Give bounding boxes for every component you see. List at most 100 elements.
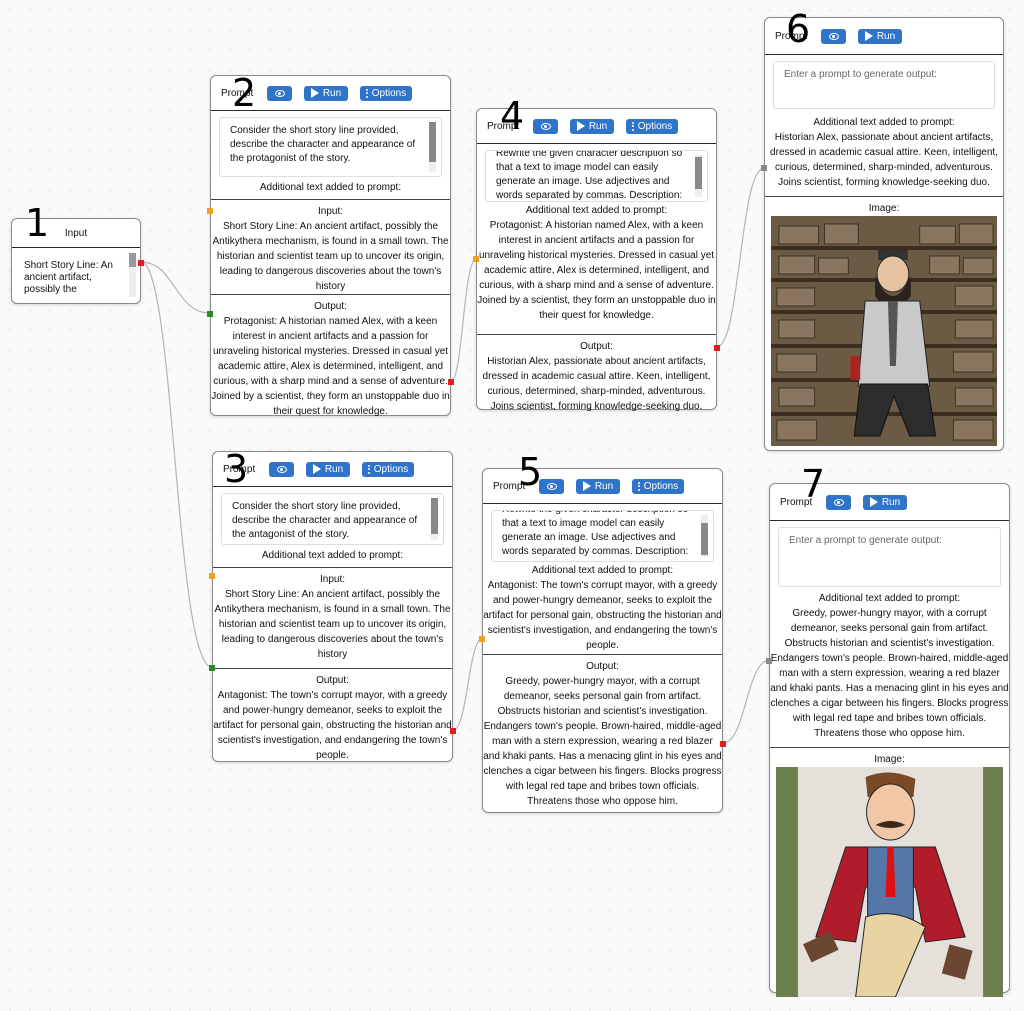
output-port[interactable] (720, 741, 726, 747)
output-port[interactable] (714, 345, 720, 351)
play-icon (582, 481, 591, 491)
image-node-7[interactable]: Prompt Run Enter a prompt to generate ou… (766, 483, 1010, 997)
output-value: Antagonist: The town's corrupt mayor, wi… (213, 690, 452, 761)
input-value: Short Story Line: An ancient artifact, p… (214, 589, 451, 660)
badge-5: 5 (518, 450, 543, 494)
output-port[interactable] (138, 260, 144, 266)
input-port[interactable] (766, 658, 772, 664)
preview-button[interactable] (826, 494, 851, 510)
more-vertical-icon (631, 121, 634, 131)
run-button[interactable]: Run (576, 478, 620, 494)
options-button[interactable]: Options (626, 118, 678, 134)
prompt-placeholder: Enter a prompt to generate output: (789, 535, 942, 546)
wire-1-to-2 (140, 261, 211, 314)
additional-text-value: Protagonist: A historian named Alex, wit… (477, 220, 716, 321)
input-text: Short Story Line: An ancient artifact, p… (24, 260, 113, 295)
eye-icon (274, 89, 285, 97)
prompt-scrollbar[interactable] (695, 155, 702, 197)
output-value: Historian Alex, passionate about ancient… (482, 356, 711, 412)
eye-icon (546, 482, 557, 490)
eye-icon (828, 32, 839, 40)
input-port[interactable] (761, 165, 767, 171)
prompt-scrollbar[interactable] (431, 498, 438, 540)
play-icon (576, 121, 585, 131)
generated-image-mayor (776, 767, 1003, 997)
more-vertical-icon (365, 88, 368, 98)
prompt-scrollbar[interactable] (701, 515, 708, 557)
prompt-textarea[interactable]: Rewrite the given character description … (485, 150, 708, 202)
output-section: Output: Greedy, power-hungry mayor, with… (483, 654, 722, 809)
prompt-node-3[interactable]: Prompt Run Options Consider the short st… (209, 451, 456, 763)
play-icon (312, 464, 321, 474)
prompt-node-4[interactable]: Prompt Run Options Rewrite the given cha… (473, 108, 720, 412)
input-port[interactable] (209, 665, 215, 671)
run-button[interactable]: Run (306, 461, 350, 477)
preview-button[interactable] (539, 478, 564, 494)
run-button[interactable]: Run (863, 494, 907, 510)
generated-image-historian (771, 216, 997, 446)
output-value: Greedy, power-hungry mayor, with a corru… (483, 676, 722, 807)
input-port[interactable] (207, 208, 213, 214)
options-button[interactable]: Options (362, 461, 414, 477)
badge-4: 4 (500, 94, 525, 138)
prompt-scrollbar[interactable] (429, 122, 436, 172)
image-section: Image: (770, 747, 1009, 997)
prompt-textarea[interactable]: Enter a prompt to generate output: (773, 61, 995, 109)
output-port[interactable] (450, 728, 456, 734)
wire-4-to-6 (716, 167, 765, 348)
prompt-node-header: Prompt Run Options (213, 452, 452, 487)
options-button[interactable]: Options (360, 85, 412, 101)
preview-button[interactable] (269, 461, 294, 477)
wire-5-to-7 (722, 659, 771, 744)
output-section: Output: Antagonist: The town's corrupt m… (213, 668, 452, 763)
input-port[interactable] (209, 573, 215, 579)
output-label: Output: (580, 341, 613, 352)
play-icon (869, 497, 878, 507)
image-label: Image: (874, 754, 905, 765)
output-section: Output: Historian Alex, passionate about… (477, 334, 716, 414)
image-section: Image: (765, 196, 1003, 446)
input-port[interactable] (473, 256, 479, 262)
wire-3-to-5 (452, 637, 484, 731)
additional-text-label: Additional text added to prompt: (813, 117, 955, 128)
preview-button[interactable] (533, 118, 558, 134)
prompt-textarea[interactable]: Consider the short story line provided, … (221, 493, 444, 545)
input-label: Input: (317, 206, 344, 217)
prompt-textarea[interactable]: Rewrite the given character description … (491, 510, 714, 562)
input-scrollbar[interactable] (129, 253, 136, 297)
additional-text-label: Additional text added to prompt: (818, 593, 961, 604)
additional-text-label: Additional text added to prompt: (259, 182, 402, 193)
run-button[interactable]: Run (304, 85, 348, 101)
input-node-title: Input (64, 227, 88, 239)
preview-button[interactable] (267, 85, 292, 101)
input-port[interactable] (479, 636, 485, 642)
preview-button[interactable] (821, 28, 846, 44)
image-label: Image: (868, 203, 900, 214)
badge-2: 2 (232, 71, 257, 115)
input-text-area[interactable]: Short Story Line: An ancient artifact, p… (12, 248, 140, 304)
badge-6: 6 (786, 7, 811, 51)
more-vertical-icon (637, 481, 640, 491)
prompt-textarea[interactable]: Enter a prompt to generate output: (778, 527, 1001, 587)
play-icon (864, 31, 873, 41)
prompt-textarea[interactable]: Consider the short story line provided, … (219, 117, 442, 177)
run-button[interactable]: Run (570, 118, 614, 134)
output-label: Output: (314, 301, 347, 312)
image-node-6[interactable]: Prompt Run Enter a prompt to generate ou… (761, 17, 1004, 451)
additional-text-value: Historian Alex, passionate about ancient… (770, 132, 998, 188)
input-value: Short Story Line: An ancient artifact, p… (212, 221, 449, 292)
additional-text-value: Antagonist: The town's corrupt mayor, wi… (483, 580, 722, 651)
prompt-node-2[interactable]: Prompt Run Options Consider the short st… (207, 75, 454, 417)
prompt-text: Rewrite the given character description … (496, 150, 683, 201)
input-port[interactable] (207, 311, 213, 317)
output-port[interactable] (448, 379, 454, 385)
wire-2-to-4 (450, 257, 478, 382)
options-button[interactable]: Options (632, 478, 684, 494)
badge-7: 7 (801, 462, 826, 506)
prompt-node-5[interactable]: Prompt Run Options Rewrite the given cha… (479, 468, 726, 813)
additional-text-value: Greedy, power-hungry mayor, with a corru… (770, 608, 1009, 739)
wire-1-to-3 (140, 261, 213, 668)
additional-text-label: Additional text added to prompt: (525, 205, 668, 216)
output-label: Output: (586, 661, 619, 672)
run-button[interactable]: Run (858, 28, 902, 44)
